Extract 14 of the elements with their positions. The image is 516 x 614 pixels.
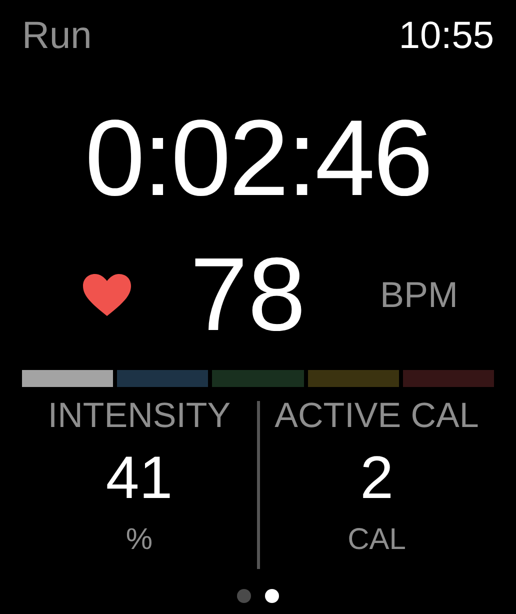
metric-value: 41 [106, 445, 173, 511]
heart-icon [82, 273, 132, 317]
metric-value: 2 [360, 445, 394, 511]
metric-label: INTENSITY [48, 395, 231, 437]
clock-time: 10:55 [398, 14, 494, 58]
heart-rate-unit: BPM [380, 273, 458, 317]
app-title: Run [22, 14, 92, 58]
page-dot[interactable] [265, 589, 279, 603]
page-dot[interactable] [237, 589, 251, 603]
elapsed-timer: 0:02:46 [84, 104, 432, 212]
heart-rate-value: 78 [190, 243, 307, 347]
metric-unit: CAL [348, 522, 406, 558]
metric-label: ACTIVE CAL [274, 395, 479, 437]
metric-unit: % [126, 522, 153, 558]
